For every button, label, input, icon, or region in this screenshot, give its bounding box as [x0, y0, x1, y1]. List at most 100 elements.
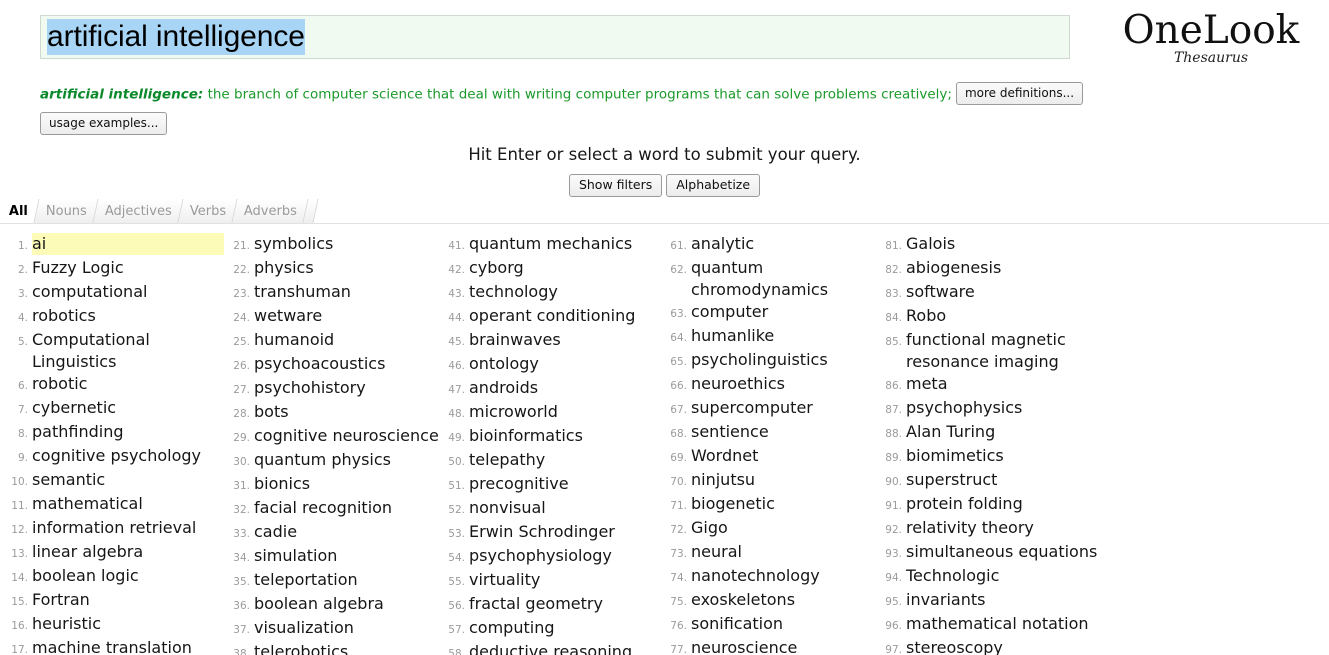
- search-input[interactable]: artificial intelligence: [40, 15, 1070, 59]
- result-word[interactable]: mathematical notation: [906, 613, 1091, 635]
- result-item[interactable]: 53.Erwin Schrodinger: [445, 521, 667, 545]
- result-word[interactable]: deductive reasoning: [469, 641, 634, 655]
- result-item[interactable]: 93.simultaneous equations: [882, 541, 1122, 565]
- result-word[interactable]: Computational Linguistics: [32, 329, 230, 373]
- result-item[interactable]: 26.psychoacoustics: [230, 353, 445, 377]
- result-item[interactable]: 96.mathematical notation: [882, 613, 1122, 637]
- result-word[interactable]: cognitive neuroscience: [254, 425, 441, 447]
- result-item[interactable]: 75.exoskeletons: [667, 589, 882, 613]
- result-word[interactable]: Fuzzy Logic: [32, 257, 126, 279]
- result-item[interactable]: 52.nonvisual: [445, 497, 667, 521]
- result-word[interactable]: teleportation: [254, 569, 360, 591]
- result-word[interactable]: psychophysics: [906, 397, 1024, 419]
- result-word[interactable]: computer: [691, 301, 770, 323]
- result-word[interactable]: heuristic: [32, 613, 103, 635]
- result-word[interactable]: transhuman: [254, 281, 353, 303]
- result-word[interactable]: ai: [32, 233, 224, 255]
- result-item[interactable]: 14.boolean logic: [8, 565, 230, 589]
- result-word[interactable]: humanlike: [691, 325, 776, 347]
- result-item[interactable]: 74.nanotechnology: [667, 565, 882, 589]
- result-word[interactable]: analytic: [691, 233, 756, 255]
- result-word[interactable]: linear algebra: [32, 541, 145, 563]
- result-word[interactable]: androids: [469, 377, 540, 399]
- result-word[interactable]: exoskeletons: [691, 589, 797, 611]
- result-word[interactable]: precognitive: [469, 473, 571, 495]
- result-word[interactable]: protein folding: [906, 493, 1025, 515]
- result-word[interactable]: mathematical: [32, 493, 145, 515]
- tab-adjectives[interactable]: Adjectives: [93, 199, 183, 223]
- result-item[interactable]: 17.machine translation: [8, 637, 230, 655]
- result-item[interactable]: 34.simulation: [230, 545, 445, 569]
- result-item[interactable]: 38.telerobotics: [230, 641, 445, 655]
- result-word[interactable]: Gigo: [691, 517, 730, 539]
- result-item[interactable]: 48.microworld: [445, 401, 667, 425]
- result-word[interactable]: relativity theory: [906, 517, 1036, 539]
- result-item[interactable]: 4.robotics: [8, 305, 230, 329]
- alphabetize-button[interactable]: Alphabetize: [666, 174, 760, 197]
- result-item[interactable]: 65.psycholinguistics: [667, 349, 882, 373]
- result-word[interactable]: cybernetic: [32, 397, 118, 419]
- result-word[interactable]: robotic: [32, 373, 89, 395]
- result-item[interactable]: 33.cadie: [230, 521, 445, 545]
- result-word[interactable]: psychoacoustics: [254, 353, 387, 375]
- tab-adverbs[interactable]: Adverbs: [232, 199, 308, 223]
- result-item[interactable]: 76.sonification: [667, 613, 882, 637]
- result-item[interactable]: 6.robotic: [8, 373, 230, 397]
- result-item[interactable]: 66.neuroethics: [667, 373, 882, 397]
- result-item[interactable]: 69.Wordnet: [667, 445, 882, 469]
- result-item[interactable]: 32.facial recognition: [230, 497, 445, 521]
- result-item[interactable]: 88.Alan Turing: [882, 421, 1122, 445]
- result-word[interactable]: Robo: [906, 305, 948, 327]
- result-word[interactable]: virtuality: [469, 569, 542, 591]
- result-item[interactable]: 81.Galois: [882, 233, 1122, 257]
- result-item[interactable]: 90.superstruct: [882, 469, 1122, 493]
- result-word[interactable]: facial recognition: [254, 497, 394, 519]
- tab-all[interactable]: All: [0, 199, 40, 223]
- result-item[interactable]: 85.functional magnetic resonance imaging: [882, 329, 1122, 373]
- result-item[interactable]: 45.brainwaves: [445, 329, 667, 353]
- result-item[interactable]: 3.computational: [8, 281, 230, 305]
- result-item[interactable]: 68.sentience: [667, 421, 882, 445]
- result-word[interactable]: psychohistory: [254, 377, 368, 399]
- result-item[interactable]: 62.quantum chromodynamics: [667, 257, 882, 301]
- result-word[interactable]: telerobotics: [254, 641, 350, 655]
- result-word[interactable]: sonification: [691, 613, 785, 635]
- result-word[interactable]: Technologic: [906, 565, 1001, 587]
- result-word[interactable]: information retrieval: [32, 517, 198, 539]
- result-item[interactable]: 9.cognitive psychology: [8, 445, 230, 469]
- result-item[interactable]: 25.humanoid: [230, 329, 445, 353]
- result-word[interactable]: nonvisual: [469, 497, 548, 519]
- result-item[interactable]: 16.heuristic: [8, 613, 230, 637]
- result-item[interactable]: 49.bioinformatics: [445, 425, 667, 449]
- result-word[interactable]: brainwaves: [469, 329, 563, 351]
- result-item[interactable]: 54.psychophysiology: [445, 545, 667, 569]
- result-item[interactable]: 1.ai: [8, 233, 230, 257]
- result-word[interactable]: bioinformatics: [469, 425, 585, 447]
- result-word[interactable]: psychophysiology: [469, 545, 614, 567]
- result-item[interactable]: 27.psychohistory: [230, 377, 445, 401]
- result-item[interactable]: 91.protein folding: [882, 493, 1122, 517]
- result-word[interactable]: humanoid: [254, 329, 336, 351]
- result-word[interactable]: microworld: [469, 401, 560, 423]
- result-item[interactable]: 46.ontology: [445, 353, 667, 377]
- result-word[interactable]: symbolics: [254, 233, 335, 255]
- result-item[interactable]: 64.humanlike: [667, 325, 882, 349]
- result-item[interactable]: 71.biogenetic: [667, 493, 882, 517]
- result-word[interactable]: psycholinguistics: [691, 349, 830, 371]
- result-word[interactable]: technology: [469, 281, 560, 303]
- result-word[interactable]: boolean algebra: [254, 593, 386, 615]
- result-word[interactable]: Galois: [906, 233, 957, 255]
- result-item[interactable]: 23.transhuman: [230, 281, 445, 305]
- result-item[interactable]: 94.Technologic: [882, 565, 1122, 589]
- result-item[interactable]: 10.semantic: [8, 469, 230, 493]
- result-item[interactable]: 36.boolean algebra: [230, 593, 445, 617]
- result-item[interactable]: 77.neuroscience: [667, 637, 882, 655]
- result-item[interactable]: 47.androids: [445, 377, 667, 401]
- result-item[interactable]: 50.telepathy: [445, 449, 667, 473]
- result-item[interactable]: 35.teleportation: [230, 569, 445, 593]
- result-word[interactable]: simultaneous equations: [906, 541, 1099, 563]
- result-word[interactable]: physics: [254, 257, 316, 279]
- result-word[interactable]: biomimetics: [906, 445, 1006, 467]
- result-word[interactable]: abiogenesis: [906, 257, 1003, 279]
- result-item[interactable]: 31.bionics: [230, 473, 445, 497]
